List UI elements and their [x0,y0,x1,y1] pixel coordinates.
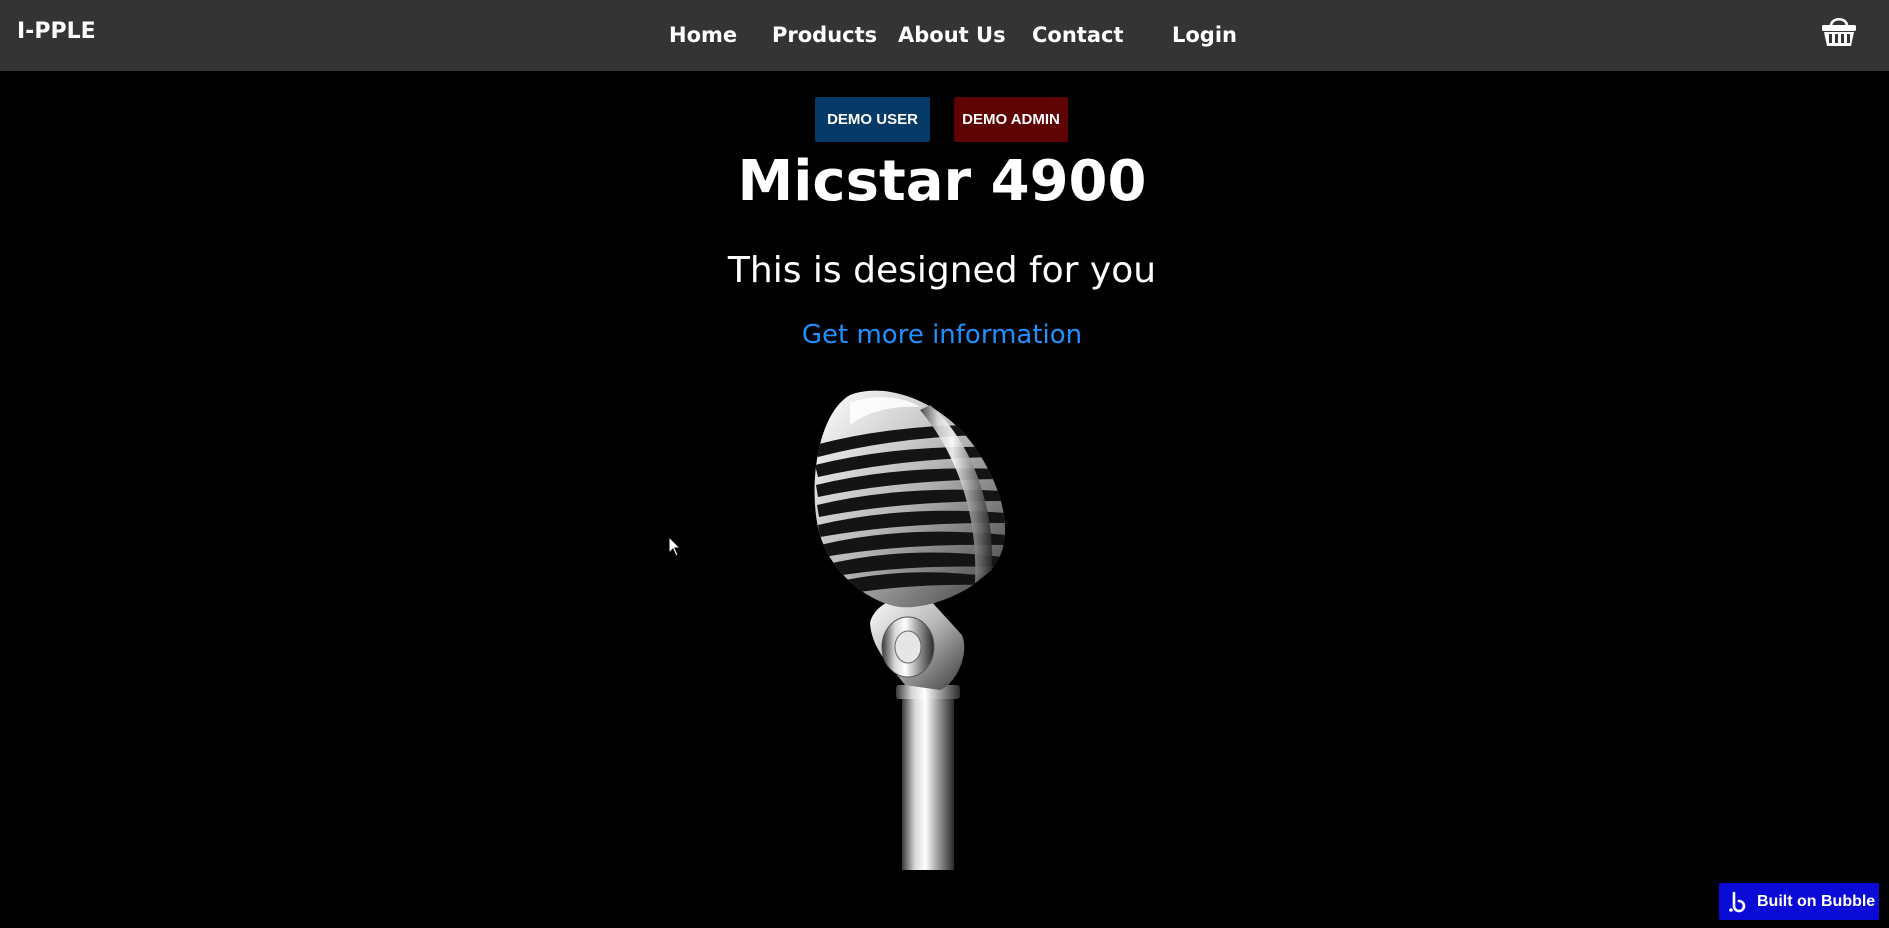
product-subtitle: This is designed for you [727,250,1157,291]
built-on-bubble-label: Built on Bubble [1757,892,1876,910]
product-title: Micstar 4900 [737,149,1147,214]
built-on-bubble-badge[interactable]: Built on Bubble [1719,883,1879,920]
demo-admin-button[interactable]: DEMO ADMIN [954,97,1068,142]
nav-about-us[interactable]: About Us [898,23,1006,47]
get-more-information-link[interactable]: Get more information [0,319,1884,351]
nav-contact[interactable]: Contact [1032,23,1124,47]
nav-products[interactable]: Products [772,23,877,47]
nav-login[interactable]: Login [1172,23,1237,47]
mouse-cursor-icon [668,536,682,557]
top-navigation-bar: I-PPLE Home Products About Us Contact Lo… [0,0,1889,71]
demo-user-button[interactable]: DEMO USER [815,97,930,142]
brand-logo[interactable]: I-PPLE [17,19,96,44]
bubble-logo-icon [1729,891,1746,912]
nav-home[interactable]: Home [669,23,737,47]
microphone-image [780,385,1050,870]
basket-icon[interactable] [1820,14,1858,48]
